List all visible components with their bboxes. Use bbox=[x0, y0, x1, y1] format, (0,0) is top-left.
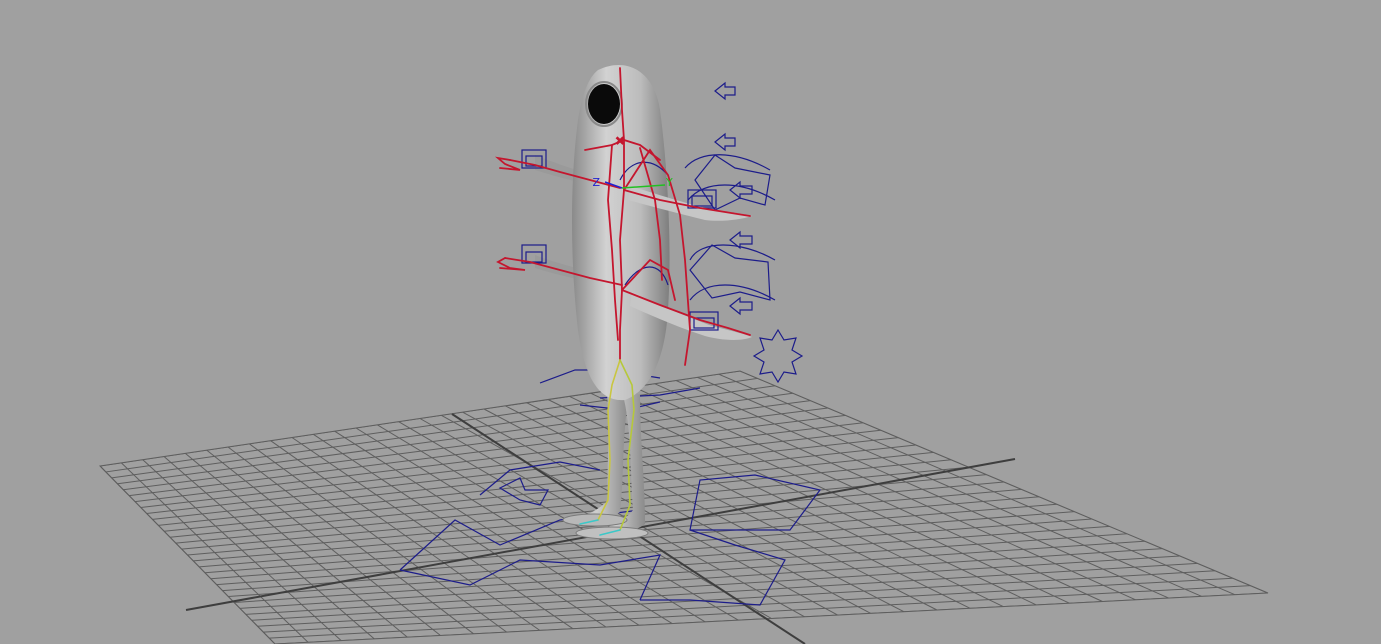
ground-grid bbox=[100, 371, 1268, 644]
grid-line bbox=[654, 383, 1136, 601]
foot-mesh bbox=[575, 526, 649, 540]
grid-line bbox=[269, 585, 1251, 639]
grid-line bbox=[483, 408, 872, 614]
arrow-left-icon bbox=[729, 296, 753, 316]
gear-control-icon bbox=[752, 328, 804, 384]
gizmo-z-label: Z bbox=[592, 176, 600, 189]
arrow-left-icon bbox=[714, 132, 736, 152]
grid-line bbox=[263, 577, 1233, 633]
arrow-left-icon bbox=[729, 180, 753, 200]
svg-text:×: × bbox=[615, 134, 624, 147]
gizmo-y-label: Y bbox=[665, 176, 673, 189]
grid-line bbox=[462, 411, 838, 616]
grid-line bbox=[234, 540, 1145, 603]
eye-socket bbox=[588, 84, 620, 124]
3d-viewport[interactable]: × Z Y bbox=[0, 0, 1381, 644]
arrow-left-icon bbox=[714, 81, 736, 101]
character-mesh[interactable] bbox=[535, 64, 752, 540]
viewport-canvas[interactable]: × Z Y bbox=[0, 0, 1381, 644]
ground-grid-border bbox=[98, 370, 1269, 644]
grid-line bbox=[675, 380, 1169, 599]
